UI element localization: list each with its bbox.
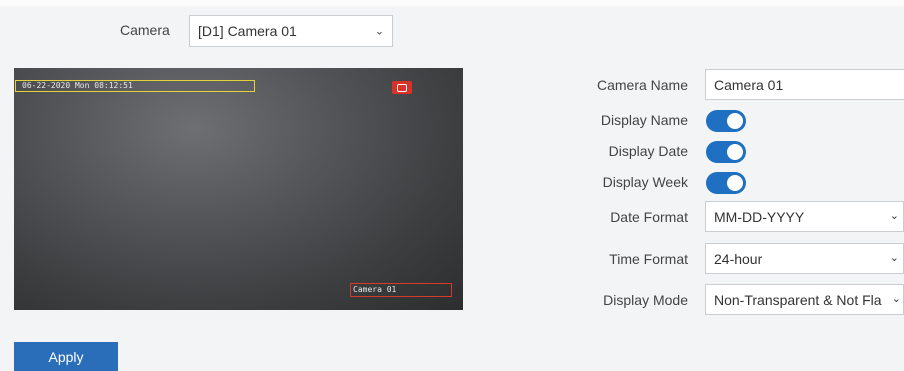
apply-button[interactable]: Apply <box>14 342 118 371</box>
date-format-select[interactable]: MM-DD-YYYY ⌄ <box>705 201 904 232</box>
osd-datetime-box[interactable]: 06-22-2020 Mon 08:12:51 <box>15 80 255 92</box>
chevron-down-icon: ⌄ <box>891 292 901 305</box>
time-format-label: Time Format <box>609 251 688 267</box>
display-mode-select[interactable]: Non-Transparent & Not Fla ⌄ <box>705 284 904 315</box>
camera-name-label: Camera Name <box>596 77 688 93</box>
toggle-knob <box>727 144 743 160</box>
display-week-label: Display Week <box>602 174 688 190</box>
chevron-down-icon: ⌄ <box>374 25 384 38</box>
display-date-label: Display Date <box>608 143 688 159</box>
time-format-value: 24-hour <box>714 250 763 267</box>
record-icon <box>392 81 412 94</box>
display-week-toggle[interactable] <box>706 172 746 194</box>
camera-select[interactable]: [D1] Camera 01 ⌄ <box>189 15 393 47</box>
chevron-down-icon: ⌄ <box>889 252 899 264</box>
date-format-value: MM-DD-YYYY <box>714 208 805 225</box>
display-name-label: Display Name <box>600 112 688 128</box>
camera-name-input[interactable]: Camera 01 <box>705 69 904 100</box>
camera-preview: 06-22-2020 Mon 08:12:51 Camera 01 <box>14 68 463 310</box>
camera-label: Camera <box>120 22 170 38</box>
time-format-select[interactable]: 24-hour ⌄ <box>705 243 904 274</box>
chevron-down-icon: ⌄ <box>889 210 899 222</box>
toggle-knob <box>727 113 743 129</box>
osd-camera-name-box[interactable]: Camera 01 <box>350 283 452 297</box>
camera-name-value: Camera 01 <box>714 76 784 93</box>
date-format-label: Date Format <box>610 209 688 225</box>
display-mode-value: Non-Transparent & Not Fla <box>714 291 882 308</box>
toggle-knob <box>727 175 743 191</box>
top-band <box>0 0 904 6</box>
display-mode-label: Display Mode <box>603 292 688 308</box>
display-name-toggle[interactable] <box>706 110 746 132</box>
camera-select-value: [D1] Camera 01 <box>198 23 297 39</box>
display-date-toggle[interactable] <box>706 141 746 163</box>
